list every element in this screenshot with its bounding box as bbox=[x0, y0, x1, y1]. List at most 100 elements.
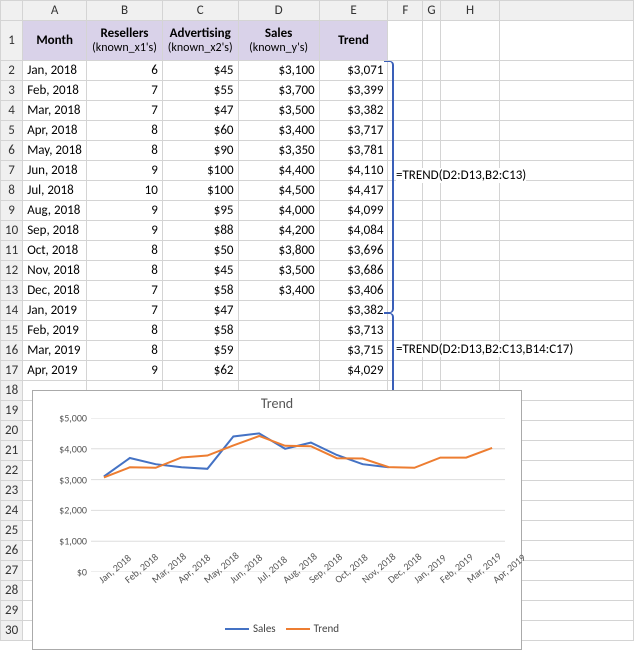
col-header-D[interactable]: D bbox=[238, 1, 319, 21]
cell-B5[interactable]: 8 bbox=[87, 121, 163, 141]
row-header-14[interactable]: 14 bbox=[1, 301, 23, 321]
cell-D6[interactable]: $3,350 bbox=[238, 141, 319, 161]
col-header-B[interactable]: B bbox=[87, 1, 163, 21]
cell-C15[interactable]: $58 bbox=[162, 321, 238, 341]
row-header-19[interactable]: 19 bbox=[1, 401, 23, 421]
cell-E2[interactable]: $3,071 bbox=[319, 61, 388, 81]
cell-B14[interactable]: 7 bbox=[87, 301, 163, 321]
row-header-8[interactable]: 8 bbox=[1, 181, 23, 201]
col-header-E[interactable]: E bbox=[319, 1, 388, 21]
cell-C12[interactable]: $45 bbox=[162, 261, 238, 281]
header-C[interactable]: Advertising(known_x2's) bbox=[162, 21, 238, 61]
row-header-11[interactable]: 11 bbox=[1, 241, 23, 261]
cell-A11[interactable]: Oct, 2018 bbox=[23, 241, 87, 261]
cell-D8[interactable]: $4,500 bbox=[238, 181, 319, 201]
cell-A16[interactable]: Mar, 2019 bbox=[23, 341, 87, 361]
row-header-3[interactable]: 3 bbox=[1, 81, 23, 101]
cell-B15[interactable]: 8 bbox=[87, 321, 163, 341]
cell-D11[interactable]: $3,800 bbox=[238, 241, 319, 261]
cell-D4[interactable]: $3,500 bbox=[238, 101, 319, 121]
cell-A14[interactable]: Jan, 2019 bbox=[23, 301, 87, 321]
cell-E3[interactable]: $3,399 bbox=[319, 81, 388, 101]
row-header-12[interactable]: 12 bbox=[1, 261, 23, 281]
cell-D17[interactable] bbox=[238, 361, 319, 381]
cell-C5[interactable]: $60 bbox=[162, 121, 238, 141]
row-header-9[interactable]: 9 bbox=[1, 201, 23, 221]
cell-E8[interactable]: $4,417 bbox=[319, 181, 388, 201]
cell-C4[interactable]: $47 bbox=[162, 101, 238, 121]
cell-E15[interactable]: $3,713 bbox=[319, 321, 388, 341]
cell-C9[interactable]: $95 bbox=[162, 201, 238, 221]
cell-B10[interactable]: 9 bbox=[87, 221, 163, 241]
cell-D10[interactable]: $4,200 bbox=[238, 221, 319, 241]
cell-E11[interactable]: $3,696 bbox=[319, 241, 388, 261]
cell-D16[interactable] bbox=[238, 341, 319, 361]
cell-E16[interactable]: $3,715 bbox=[319, 341, 388, 361]
row-header-7[interactable]: 7 bbox=[1, 161, 23, 181]
cell-B9[interactable]: 9 bbox=[87, 201, 163, 221]
cell-D9[interactable]: $4,000 bbox=[238, 201, 319, 221]
cell-E12[interactable]: $3,686 bbox=[319, 261, 388, 281]
row-header-25[interactable]: 25 bbox=[1, 521, 23, 541]
cell-D5[interactable]: $3,400 bbox=[238, 121, 319, 141]
cell-B4[interactable]: 7 bbox=[87, 101, 163, 121]
cell-A2[interactable]: Jan, 2018 bbox=[23, 61, 87, 81]
row-header-26[interactable]: 26 bbox=[1, 541, 23, 561]
cell-E17[interactable]: $4,029 bbox=[319, 361, 388, 381]
cell-B8[interactable]: 10 bbox=[87, 181, 163, 201]
cell-C3[interactable]: $55 bbox=[162, 81, 238, 101]
row-header-18[interactable]: 18 bbox=[1, 381, 23, 401]
cell-D3[interactable]: $3,700 bbox=[238, 81, 319, 101]
cell-B6[interactable]: 8 bbox=[87, 141, 163, 161]
cell-B13[interactable]: 7 bbox=[87, 281, 163, 301]
row-header-21[interactable]: 21 bbox=[1, 441, 23, 461]
cell-A7[interactable]: Jun, 2018 bbox=[23, 161, 87, 181]
cell-A13[interactable]: Dec, 2018 bbox=[23, 281, 87, 301]
row-header-15[interactable]: 15 bbox=[1, 321, 23, 341]
cell-D14[interactable] bbox=[238, 301, 319, 321]
cell-D15[interactable] bbox=[238, 321, 319, 341]
cell-E5[interactable]: $3,717 bbox=[319, 121, 388, 141]
cell-A3[interactable]: Feb, 2018 bbox=[23, 81, 87, 101]
select-all-corner[interactable] bbox=[1, 1, 23, 21]
cell-A4[interactable]: Mar, 2018 bbox=[23, 101, 87, 121]
row-header-20[interactable]: 20 bbox=[1, 421, 23, 441]
row-header-5[interactable]: 5 bbox=[1, 121, 23, 141]
cell-E14[interactable]: $3,382 bbox=[319, 301, 388, 321]
cell-A5[interactable]: Apr, 2018 bbox=[23, 121, 87, 141]
cell-E6[interactable]: $3,781 bbox=[319, 141, 388, 161]
row-header-27[interactable]: 27 bbox=[1, 561, 23, 581]
cell-C17[interactable]: $62 bbox=[162, 361, 238, 381]
cell-B2[interactable]: 6 bbox=[87, 61, 163, 81]
row-header-16[interactable]: 16 bbox=[1, 341, 23, 361]
row-header-4[interactable]: 4 bbox=[1, 101, 23, 121]
cell-C10[interactable]: $88 bbox=[162, 221, 238, 241]
cell-B7[interactable]: 9 bbox=[87, 161, 163, 181]
cell-D13[interactable]: $3,400 bbox=[238, 281, 319, 301]
cell-B12[interactable]: 8 bbox=[87, 261, 163, 281]
header-A[interactable]: Month bbox=[23, 21, 87, 61]
cell-C13[interactable]: $58 bbox=[162, 281, 238, 301]
col-header-A[interactable]: A bbox=[23, 1, 87, 21]
cell-A15[interactable]: Feb, 2019 bbox=[23, 321, 87, 341]
trend-chart[interactable]: Trend $0$1,000$2,000$3,000$4,000$5,000 J… bbox=[32, 390, 522, 650]
col-header-C[interactable]: C bbox=[162, 1, 238, 21]
row-header-17[interactable]: 17 bbox=[1, 361, 23, 381]
cell-E9[interactable]: $4,099 bbox=[319, 201, 388, 221]
row-header-23[interactable]: 23 bbox=[1, 481, 23, 501]
cell-D12[interactable]: $3,500 bbox=[238, 261, 319, 281]
cell-A17[interactable]: Apr, 2019 bbox=[23, 361, 87, 381]
row-header-22[interactable]: 22 bbox=[1, 461, 23, 481]
row-header-24[interactable]: 24 bbox=[1, 501, 23, 521]
cell-C16[interactable]: $59 bbox=[162, 341, 238, 361]
cell-E4[interactable]: $3,382 bbox=[319, 101, 388, 121]
cell-B11[interactable]: 8 bbox=[87, 241, 163, 261]
header-E[interactable]: Trend bbox=[319, 21, 388, 61]
cell-C8[interactable]: $100 bbox=[162, 181, 238, 201]
cell-A9[interactable]: Aug, 2018 bbox=[23, 201, 87, 221]
header-B[interactable]: Resellers(known_x1's) bbox=[87, 21, 163, 61]
cell-E10[interactable]: $4,084 bbox=[319, 221, 388, 241]
cell-C7[interactable]: $100 bbox=[162, 161, 238, 181]
cell-C11[interactable]: $50 bbox=[162, 241, 238, 261]
cell-E7[interactable]: $4,110 bbox=[319, 161, 388, 181]
